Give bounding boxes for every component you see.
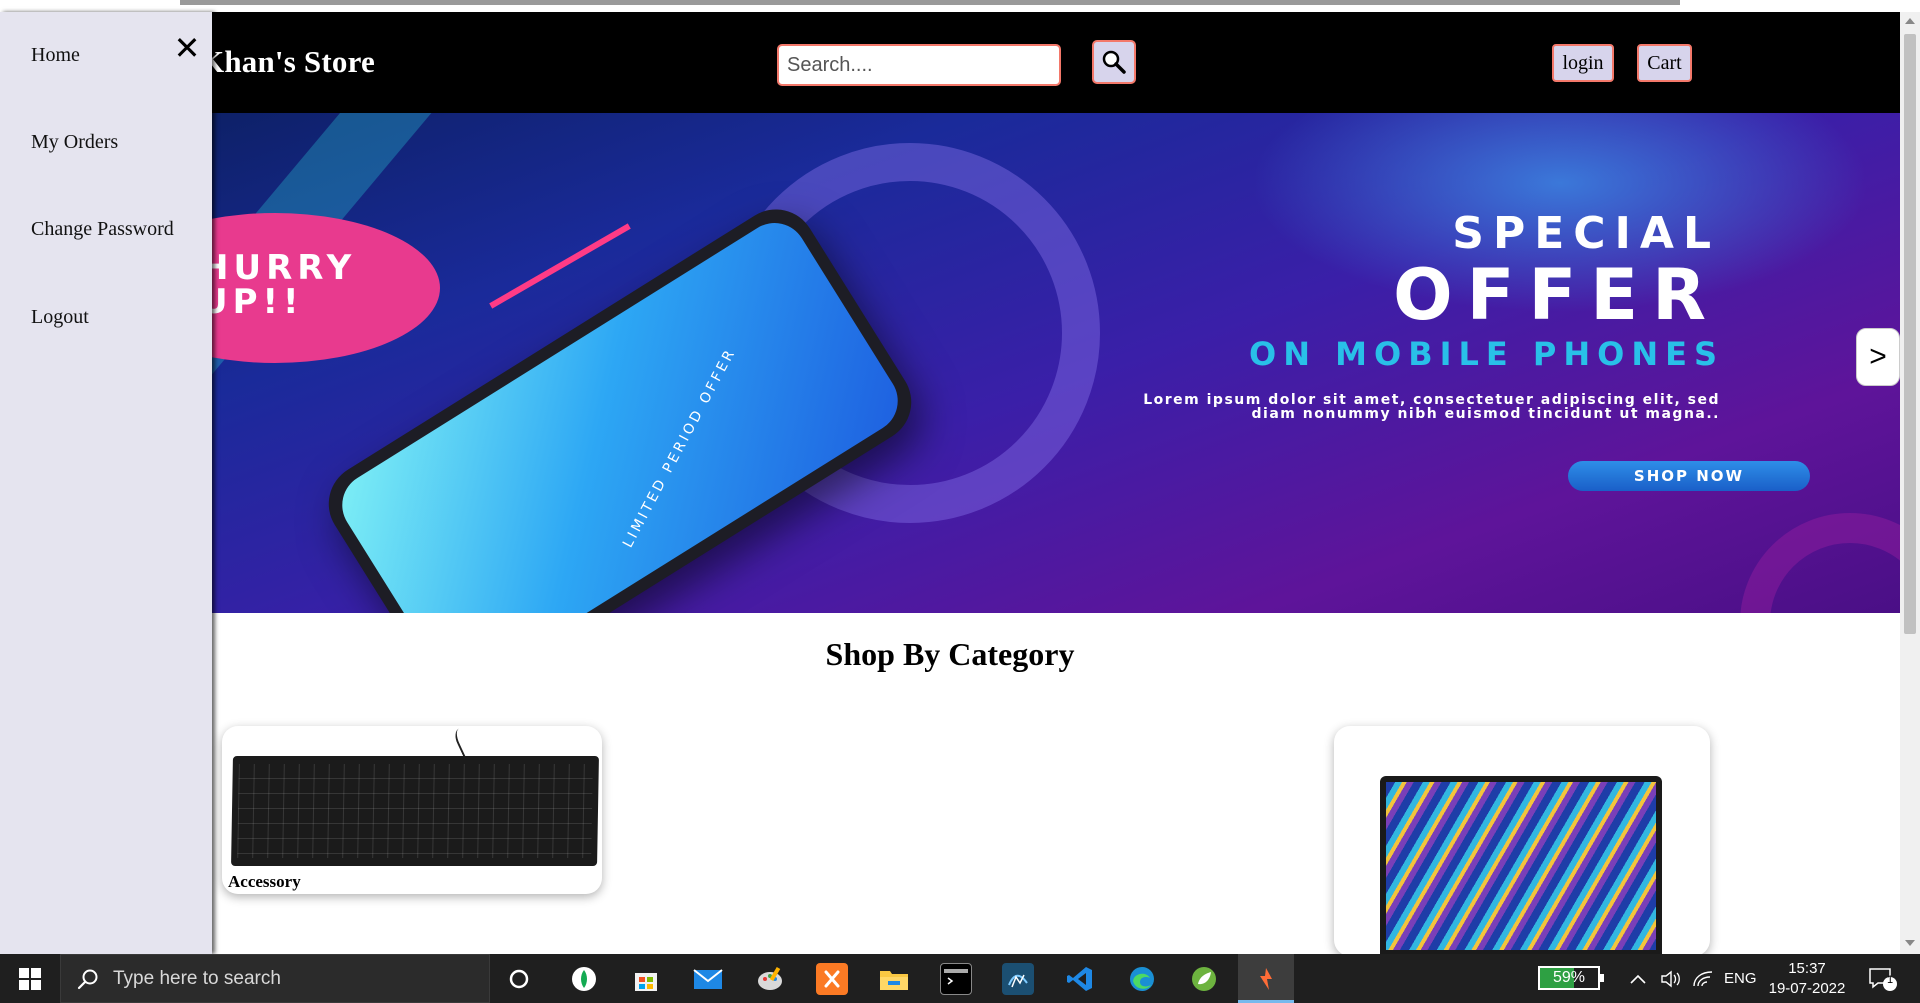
offer-description-line2: diam nonummy nibh euismod tincidunt ut m…: [1251, 406, 1720, 422]
phone-illustration: [270, 194, 940, 613]
file-explorer-icon[interactable]: [878, 963, 910, 995]
page-scrollbar[interactable]: [1900, 12, 1920, 954]
volume-icon[interactable]: [1660, 954, 1682, 1003]
microsoft-store-icon[interactable]: [630, 963, 662, 995]
sidebar-item-change-password[interactable]: Change Password: [31, 218, 174, 241]
battery-indicator[interactable]: 59%: [1538, 966, 1604, 990]
notification-center-icon[interactable]: 1: [1868, 966, 1898, 992]
xampp-icon[interactable]: [816, 963, 848, 995]
scrollbar-thumb[interactable]: [1904, 34, 1916, 634]
browser-top-strip: [0, 0, 1920, 12]
category-card-laptop[interactable]: [1334, 726, 1710, 956]
keyboard-image: [231, 756, 599, 866]
mysql-workbench-icon[interactable]: [1002, 963, 1034, 995]
spring-tool-suite-icon[interactable]: [1188, 963, 1220, 995]
section-title: Shop By Category: [825, 636, 1075, 672]
offer-description-line1: Lorem ipsum dolor sit amet, consectetuer…: [1143, 392, 1720, 408]
navbar: Khan's Store login Cart: [0, 12, 1900, 113]
search-button[interactable]: [1092, 40, 1136, 84]
sidebar-item-my-orders[interactable]: My Orders: [31, 131, 118, 154]
laptop-image: [1380, 776, 1662, 956]
carousel-next-button[interactable]: >: [1856, 328, 1900, 386]
laptop-screen: [1386, 782, 1656, 950]
wifi-icon[interactable]: [1692, 954, 1714, 1003]
brand-title[interactable]: Khan's Store: [200, 44, 375, 80]
clock-time: 15:37: [1788, 960, 1826, 977]
terminal-icon[interactable]: [940, 963, 972, 995]
search-icon: [1102, 50, 1126, 74]
start-button[interactable]: [0, 954, 60, 1003]
category-label: Accessory: [228, 872, 301, 891]
battery-nub: [1600, 974, 1604, 982]
close-icon[interactable]: ✕: [171, 32, 203, 64]
taskbar-search-placeholder: Type here to search: [113, 967, 281, 989]
cart-button[interactable]: Cart: [1637, 44, 1692, 82]
shop-now-button[interactable]: SHOP NOW: [1568, 461, 1810, 491]
login-button[interactable]: login: [1552, 44, 1614, 82]
scroll-down-arrow-icon[interactable]: [1905, 940, 1915, 946]
category-card-accessory[interactable]: Accessory: [222, 723, 602, 894]
sidebar-item-logout[interactable]: Logout: [31, 306, 89, 329]
banner-ring-small: [1740, 513, 1900, 613]
mail-icon[interactable]: [692, 963, 724, 995]
windows-logo-icon: [19, 967, 41, 990]
offer-subtitle: ON MOBILE PHONES: [1249, 335, 1724, 373]
tray-chevron-up-icon[interactable]: [1630, 954, 1646, 1003]
sidebar-item-home[interactable]: Home: [31, 44, 80, 67]
side-menu: ✕ Home My Orders Change Password Logout: [0, 12, 212, 954]
special-text: SPECIAL: [1452, 208, 1720, 259]
browser-progress-bar: [180, 0, 1680, 5]
offer-text-block: SPECIAL OFFER ON MOBILE PHONES Lorem ips…: [1000, 208, 1820, 421]
edge-icon[interactable]: [1126, 963, 1158, 995]
windows-taskbar: Type here to search 59% ENG 15:37 19-07-…: [0, 954, 1920, 1003]
language-indicator[interactable]: ENG: [1724, 954, 1757, 1003]
notification-count: 1: [1886, 974, 1894, 986]
phone-body: [313, 194, 927, 613]
battery-percent: 59%: [1552, 969, 1586, 986]
taskbar-search-box[interactable]: Type here to search: [60, 954, 490, 1003]
scroll-up-arrow-icon[interactable]: [1905, 18, 1915, 24]
hero-banner[interactable]: HURRY UP!! LIMITED PERIOD OFFER SPECIAL …: [0, 113, 1900, 613]
keyboard-keys: [237, 764, 593, 858]
taskbar-clock[interactable]: 15:37 19-07-2022: [1764, 959, 1850, 999]
postman-icon[interactable]: [1250, 963, 1282, 995]
paint-icon[interactable]: [754, 963, 786, 995]
search-input[interactable]: [777, 44, 1061, 86]
clock-date: 19-07-2022: [1768, 980, 1846, 997]
taskbar-search-icon: [77, 969, 98, 989]
phone-screen: [330, 210, 910, 613]
page: Khan's Store login Cart HURRY UP!! LIMIT…: [0, 0, 1920, 1003]
offer-text: OFFER: [1393, 254, 1720, 336]
vscode-icon[interactable]: [1064, 963, 1096, 995]
cortana-icon[interactable]: [503, 963, 535, 995]
mongodb-compass-icon[interactable]: [568, 963, 600, 995]
